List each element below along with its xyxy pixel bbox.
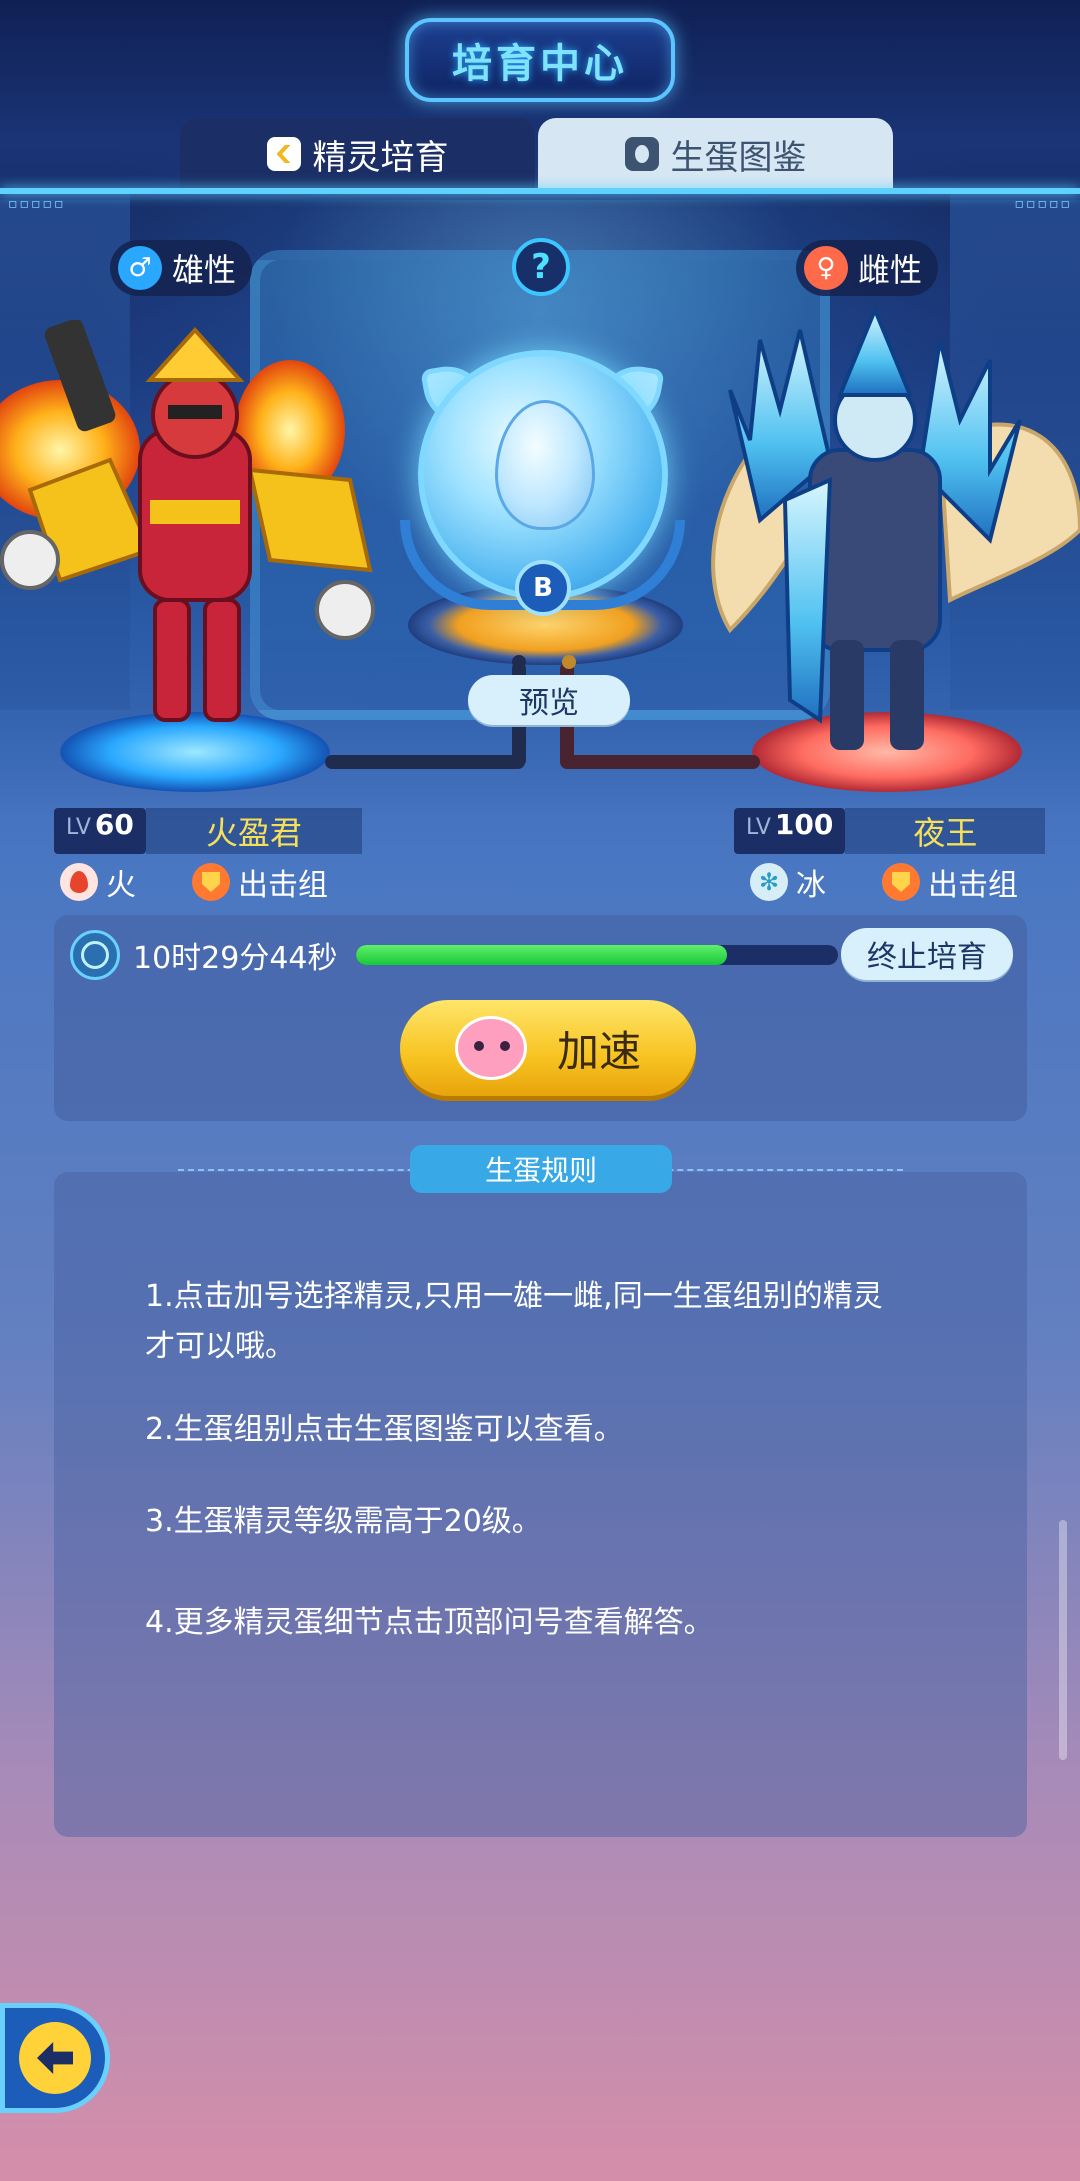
incubator-logo: B — [515, 560, 571, 616]
tab-label: 生蛋图鉴 — [670, 137, 807, 178]
group-shield-icon — [882, 863, 920, 901]
male-badge: ♂ 雄性 — [110, 240, 253, 296]
fire-creature-portrait[interactable] — [0, 320, 380, 760]
level-prefix: LV — [66, 815, 91, 840]
male-element: 火 — [106, 868, 136, 903]
tab-egg-codex[interactable]: 生蛋图鉴 — [538, 118, 893, 190]
rule-item: 1.点击加号选择精灵,只用一雄一雌,同一生蛋组别的精灵才可以哦。 — [145, 1279, 883, 1364]
page-title: 培育中心 — [452, 41, 628, 87]
stopwatch-icon — [70, 930, 120, 980]
rules-title: 生蛋规则 — [410, 1145, 672, 1193]
breeding-progress-bar — [356, 945, 838, 965]
female-icon: ♀ — [804, 246, 848, 290]
male-attributes: 火 出击组 — [60, 858, 328, 906]
male-level-row: LV 60 火盈君 — [54, 807, 362, 855]
tab-spirit-breeding[interactable]: 精灵培育 — [180, 118, 535, 190]
title-plate: 培育中心 — [405, 18, 675, 102]
back-arrow-icon — [19, 2022, 91, 2094]
female-attributes: 冰 出击组 — [750, 858, 1018, 906]
level-number: 100 — [774, 808, 834, 841]
help-button[interactable]: ? — [512, 238, 570, 296]
female-spirit-name: 夜王 — [845, 808, 1046, 854]
male-icon: ♂ — [118, 246, 162, 290]
male-level: LV 60 — [54, 808, 146, 854]
ice-element-icon — [750, 863, 788, 901]
male-label: 雄性 — [172, 251, 237, 289]
time-remaining: 10时29分44秒 — [133, 941, 338, 976]
pipe-joint-right — [562, 655, 576, 669]
decor-dots-right: ▫▫▫▫▫ — [1014, 196, 1072, 212]
level-number: 60 — [94, 808, 134, 841]
female-level: LV 100 — [734, 808, 846, 854]
mascot-icon — [454, 1016, 527, 1080]
preview-button[interactable]: 预览 — [468, 675, 630, 725]
rules-scrollbar[interactable] — [1059, 1520, 1067, 1760]
decor-dots-left: ▫▫▫▫▫ — [8, 196, 66, 212]
rule-item: 4.更多精灵蛋细节点击顶部问号查看解答。 — [145, 1605, 714, 1640]
level-prefix: LV — [746, 815, 771, 840]
pipe-joint-left — [512, 655, 526, 669]
male-spirit-name: 火盈君 — [145, 808, 362, 854]
tab-underline — [0, 188, 1080, 194]
codex-tab-icon — [624, 137, 659, 171]
male-group: 出击组 — [238, 868, 328, 903]
ice-creature-portrait[interactable] — [690, 300, 1080, 770]
female-level-row: LV 100 夜王 — [734, 807, 1046, 855]
fire-element-icon — [60, 863, 98, 901]
female-element: 冰 — [796, 868, 826, 903]
stop-breeding-button[interactable]: 终止培育 — [841, 928, 1013, 980]
tab-label: 精灵培育 — [312, 137, 449, 178]
group-shield-icon — [192, 863, 230, 901]
rule-item: 2.生蛋组别点击生蛋图鉴可以查看。 — [145, 1412, 624, 1447]
progress-fill — [356, 945, 728, 965]
breeding-tab-icon — [266, 137, 301, 171]
female-label: 雌性 — [858, 251, 923, 289]
speed-up-button[interactable]: 加速 — [400, 1000, 696, 1096]
rule-item: 3.生蛋精灵等级需高于20级。 — [145, 1504, 542, 1539]
back-button[interactable] — [0, 2003, 110, 2113]
speed-up-label: 加速 — [556, 1026, 641, 1076]
female-badge: ♀ 雌性 — [796, 240, 939, 296]
female-group: 出击组 — [928, 868, 1018, 903]
